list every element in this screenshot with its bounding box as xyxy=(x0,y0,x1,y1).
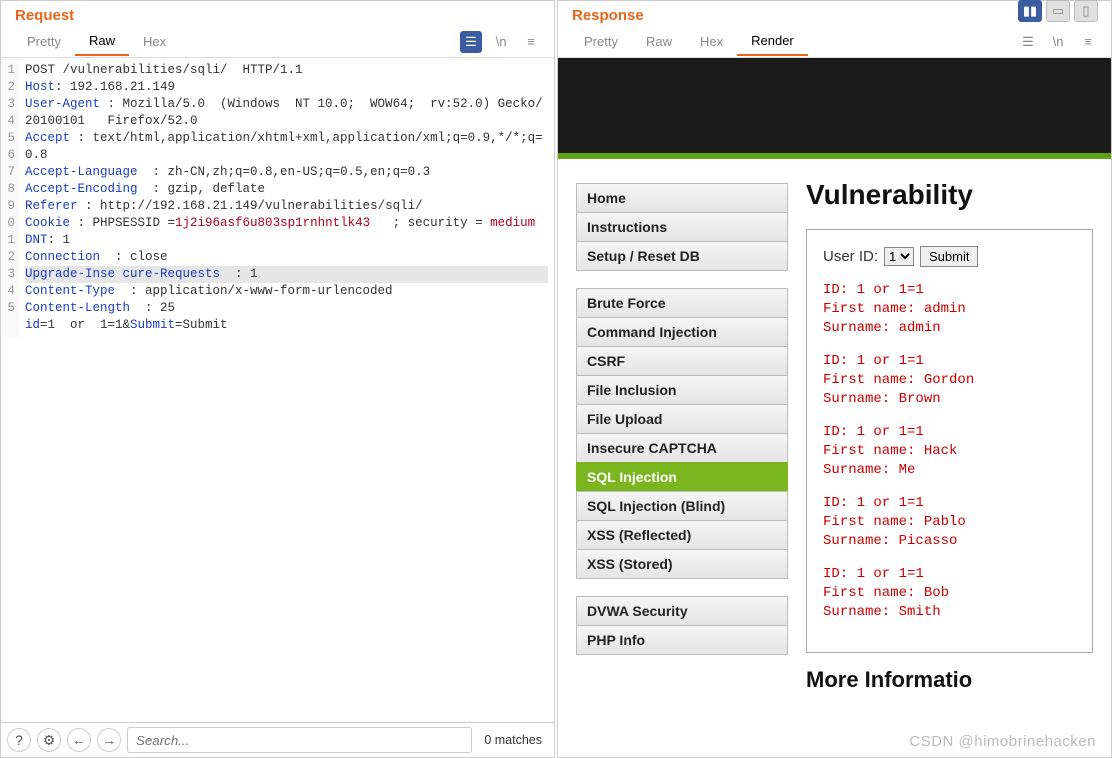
sidebar-item-xss-reflected-[interactable]: XSS (Reflected) xyxy=(576,520,788,550)
next-icon[interactable]: → xyxy=(97,728,121,752)
matches-label: 0 matches xyxy=(478,733,548,747)
sidebar-item-php-info[interactable]: PHP Info xyxy=(576,625,788,655)
sidebar-item-file-upload[interactable]: File Upload xyxy=(576,404,788,434)
user-id-select[interactable]: 1 xyxy=(884,247,914,266)
request-tabs: Pretty Raw Hex ☰ \n ≡ xyxy=(1,26,554,58)
dvwa-nav: HomeInstructionsSetup / Reset DB Brute Fo… xyxy=(558,159,788,703)
sidebar-item-home[interactable]: Home xyxy=(576,183,788,213)
menu-icon[interactable]: ≡ xyxy=(520,31,542,53)
sqli-result: ID: 1 or 1=1 First name: admin Surname: … xyxy=(823,281,1076,338)
sidebar-item-sql-injection-blind-[interactable]: SQL Injection (Blind) xyxy=(576,491,788,521)
tab-resp-raw[interactable]: Raw xyxy=(632,28,686,55)
sidebar-item-xss-stored-[interactable]: XSS (Stored) xyxy=(576,549,788,579)
more-info-heading: More Informatio xyxy=(806,667,1093,693)
submit-button[interactable]: Submit xyxy=(920,246,978,267)
tab-resp-pretty[interactable]: Pretty xyxy=(570,28,632,55)
dvwa-header xyxy=(558,58,1111,153)
sqli-result: ID: 1 or 1=1 First name: Bob Surname: Sm… xyxy=(823,565,1076,622)
sidebar-item-command-injection[interactable]: Command Injection xyxy=(576,317,788,347)
sidebar-item-insecure-captcha[interactable]: Insecure CAPTCHA xyxy=(576,433,788,463)
request-search-bar: ? ⚙ ← → 0 matches xyxy=(1,722,554,757)
resp-menu-icon[interactable]: ≡ xyxy=(1077,31,1099,53)
tab-resp-render[interactable]: Render xyxy=(737,27,808,56)
user-id-label: User ID: xyxy=(823,248,878,265)
sqli-result: ID: 1 or 1=1 First name: Pablo Surname: … xyxy=(823,494,1076,551)
sidebar-item-file-inclusion[interactable]: File Inclusion xyxy=(576,375,788,405)
request-content[interactable]: 123456789012345 POST /vulnerabilities/sq… xyxy=(1,58,554,722)
search-input[interactable] xyxy=(127,727,472,753)
gear-icon[interactable]: ⚙ xyxy=(37,728,61,752)
layout-split-button[interactable]: ▮▮ xyxy=(1018,0,1042,22)
sidebar-item-setup-reset-db[interactable]: Setup / Reset DB xyxy=(576,241,788,271)
request-panel: Request Pretty Raw Hex ☰ \n ≡ 1234567890… xyxy=(0,0,555,758)
sidebar-item-csrf[interactable]: CSRF xyxy=(576,346,788,376)
sqli-box: User ID: 1 Submit ID: 1 or 1=1 First nam… xyxy=(806,229,1093,653)
response-content[interactable]: HomeInstructionsSetup / Reset DB Brute Fo… xyxy=(558,58,1111,757)
tab-hex[interactable]: Hex xyxy=(129,28,180,55)
tab-raw[interactable]: Raw xyxy=(75,27,129,56)
sqli-result: ID: 1 or 1=1 First name: Gordon Surname:… xyxy=(823,352,1076,409)
resp-actions-icon[interactable]: ☰ xyxy=(1017,31,1039,53)
newline-icon[interactable]: \n xyxy=(490,31,512,53)
response-tabs: Pretty Raw Hex Render ☰ \n ≡ xyxy=(558,26,1111,58)
sqli-result: ID: 1 or 1=1 First name: Hack Surname: M… xyxy=(823,423,1076,480)
sidebar-item-dvwa-security[interactable]: DVWA Security xyxy=(576,596,788,626)
help-icon[interactable]: ? xyxy=(7,728,31,752)
prev-icon[interactable]: ← xyxy=(67,728,91,752)
response-panel: Response Pretty Raw Hex Render ☰ \n ≡ Ho… xyxy=(557,0,1112,758)
sidebar-item-brute-force[interactable]: Brute Force xyxy=(576,288,788,318)
page-title: Vulnerability xyxy=(806,179,1093,211)
sidebar-item-sql-injection[interactable]: SQL Injection xyxy=(576,462,788,492)
tab-pretty[interactable]: Pretty xyxy=(13,28,75,55)
request-title: Request xyxy=(1,1,554,26)
tab-resp-hex[interactable]: Hex xyxy=(686,28,737,55)
layout-single-button[interactable]: ▯ xyxy=(1074,0,1098,22)
resp-newline-icon[interactable]: \n xyxy=(1047,31,1069,53)
actions-icon[interactable]: ☰ xyxy=(460,31,482,53)
sidebar-item-instructions[interactable]: Instructions xyxy=(576,212,788,242)
layout-top-button[interactable]: ▭ xyxy=(1046,0,1070,22)
